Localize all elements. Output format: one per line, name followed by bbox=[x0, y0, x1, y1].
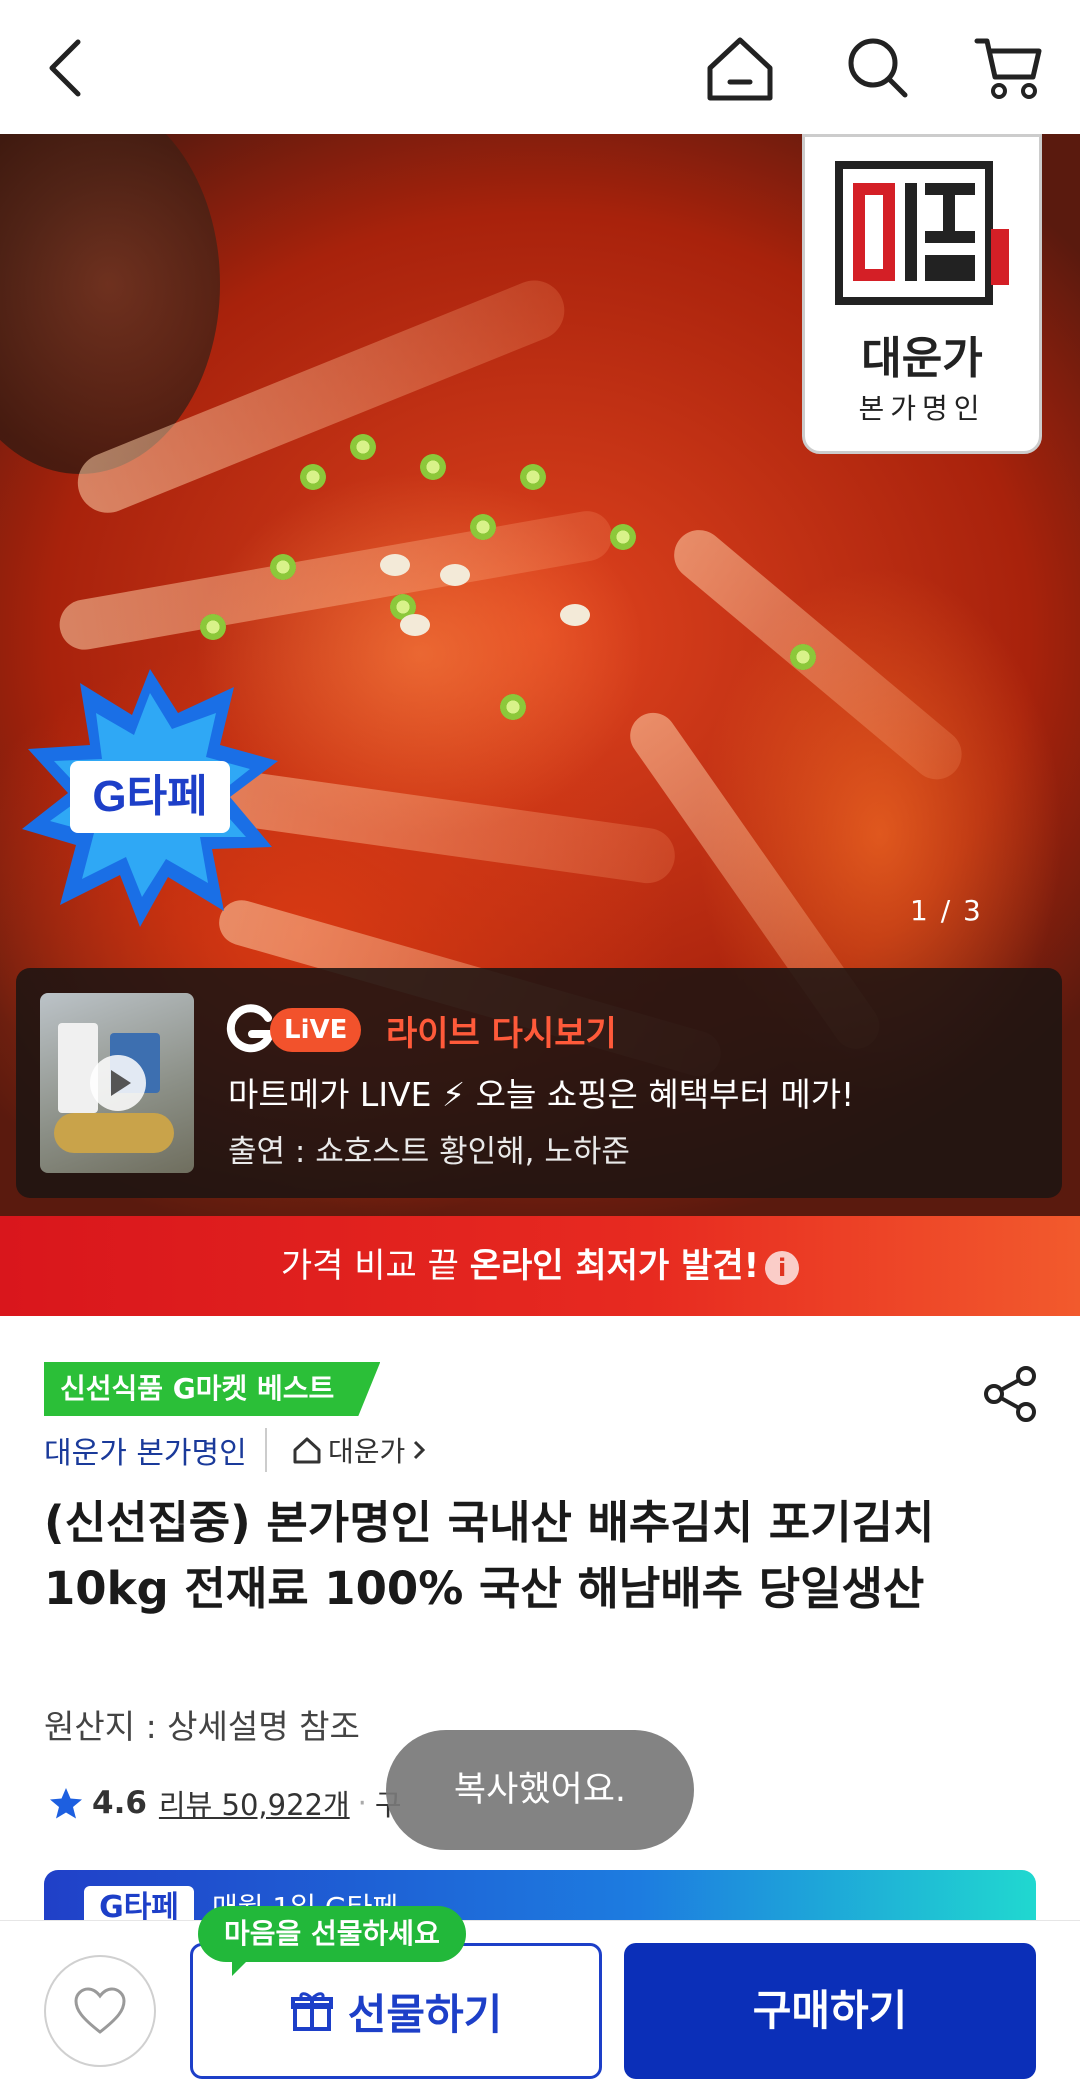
carousel-page-indicator: 1 / 3 bbox=[910, 894, 983, 927]
play-icon[interactable] bbox=[90, 1055, 146, 1111]
scallion-garnish bbox=[300, 464, 326, 490]
cabbage-leaf-decoration bbox=[663, 519, 972, 790]
live-replay-banner[interactable]: LiVE 라이브 다시보기 마트메가 LIVE ⚡ 오늘 쇼핑은 혜택부터 메가… bbox=[16, 968, 1062, 1198]
home-icon[interactable] bbox=[700, 28, 780, 108]
divider bbox=[265, 1428, 267, 1472]
heart-icon bbox=[74, 1987, 126, 2034]
store-link-label: 대운가 bbox=[328, 1435, 406, 1468]
gift-button[interactable]: 선물하기 bbox=[190, 1943, 602, 2079]
live-title: 마트메가 LIVE ⚡ 오늘 쇼핑은 혜택부터 메가! bbox=[228, 1075, 855, 1114]
product-title: (신선집중) 본가명인 국내산 배추김치 포기김치 10kg 전재료 100% … bbox=[44, 1496, 935, 1615]
buy-button[interactable]: 구매하기 bbox=[624, 1943, 1036, 2079]
cart-icon[interactable] bbox=[968, 28, 1048, 108]
origin-info: 원산지 : 상세설명 참조 bbox=[44, 1707, 360, 1746]
info-icon[interactable]: i bbox=[765, 1250, 800, 1285]
garlic-garnish bbox=[440, 564, 470, 586]
g-tape-burst-badge: G타페 bbox=[22, 669, 278, 927]
copy-toast: 복사했어요. bbox=[386, 1730, 694, 1850]
gift-button-label: 선물하기 bbox=[347, 1989, 503, 2039]
wishlist-button[interactable] bbox=[44, 1955, 156, 2067]
rating-row[interactable]: 4.6 리뷰 50,922개 · 구 bbox=[48, 1778, 402, 1828]
scallion-garnish bbox=[350, 434, 376, 460]
live-thumbnail[interactable] bbox=[40, 993, 194, 1173]
garlic-garnish bbox=[380, 554, 410, 576]
share-icon[interactable] bbox=[980, 1364, 1040, 1424]
brand-name: 대운가 bbox=[861, 333, 983, 384]
scallion-garnish bbox=[420, 454, 446, 480]
live-pill: LiVE bbox=[270, 1008, 362, 1052]
live-cast: 출연 : 쇼호스트 황인해, 노하준 bbox=[228, 1134, 630, 1170]
brand-subtitle: 본가명인 bbox=[858, 392, 986, 425]
review-count-link[interactable]: 리뷰 50,922개 bbox=[159, 1782, 350, 1824]
garlic-garnish bbox=[400, 614, 430, 636]
search-icon[interactable] bbox=[838, 28, 918, 108]
chevron-right-icon bbox=[414, 1440, 426, 1460]
gift-icon bbox=[290, 1992, 333, 2031]
brand-seal-icon bbox=[835, 161, 1009, 305]
price-band-prefix: 가격 비교 끝 bbox=[280, 1246, 470, 1286]
scallion-garnish bbox=[200, 614, 226, 640]
store-link[interactable]: 대운가 bbox=[292, 1430, 427, 1470]
g-logo-icon bbox=[226, 1004, 276, 1053]
scallion-garnish bbox=[470, 514, 496, 540]
product-image-carousel[interactable]: 대운가 본가명인 G타페 1 / 3 LiVE 라이브 다시보기 마트메가 LI… bbox=[0, 134, 1080, 1216]
cabbage-leaf-decoration bbox=[55, 507, 616, 654]
scallion-garnish bbox=[610, 524, 636, 550]
best-seller-badge: 신선식품 G마켓 베스트 bbox=[44, 1362, 380, 1416]
price-band-highlight: 온라인 최저가 발견! bbox=[469, 1246, 760, 1286]
brand-logo-badge: 대운가 본가명인 bbox=[802, 134, 1042, 454]
bottom-action-bar: 선물하기 구매하기 bbox=[0, 1920, 1080, 2100]
store-home-icon bbox=[293, 1437, 321, 1464]
garlic-garnish bbox=[560, 604, 590, 626]
separator-dot: · bbox=[357, 1786, 367, 1820]
top-nav-bar bbox=[0, 0, 1080, 134]
seller-name-link[interactable]: 대운가 본가명인 bbox=[44, 1428, 247, 1472]
scallion-garnish bbox=[520, 464, 546, 490]
star-icon bbox=[50, 1788, 82, 1819]
scallion-garnish bbox=[500, 694, 526, 720]
gift-tooltip: 마음을 선물하세요 bbox=[198, 1906, 466, 1976]
scallion-garnish bbox=[270, 554, 296, 580]
scallion-garnish bbox=[790, 644, 816, 670]
price-compare-banner[interactable]: 가격 비교 끝 온라인 최저가 발견! i bbox=[0, 1216, 1080, 1316]
live-replay-label: 라이브 다시보기 bbox=[386, 1014, 617, 1054]
back-arrow-icon[interactable] bbox=[26, 28, 106, 108]
rating-score: 4.6 bbox=[92, 1785, 147, 1821]
g-tape-label: G타페 bbox=[92, 772, 207, 821]
